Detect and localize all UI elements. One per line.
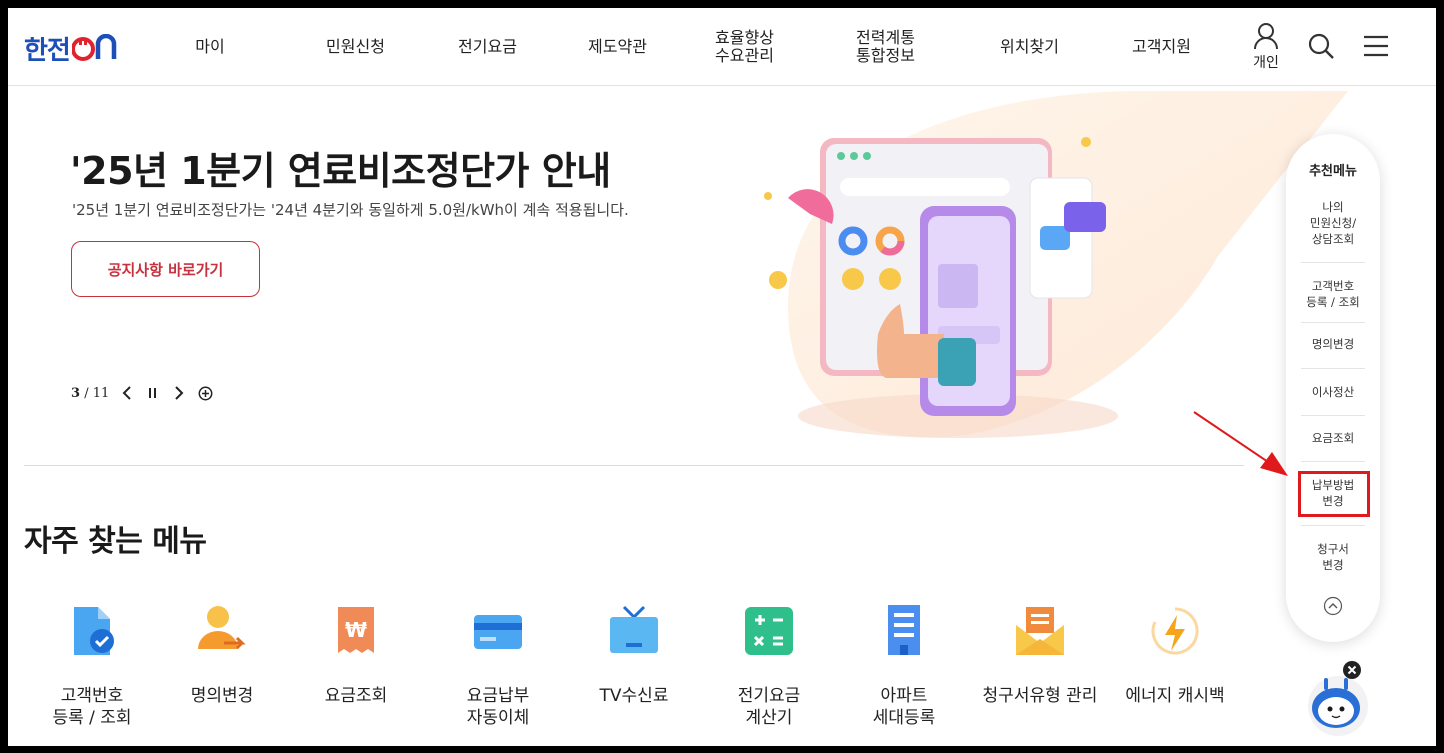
document-check-icon — [74, 607, 114, 655]
envelope-icon — [1016, 607, 1064, 655]
nav-power-grid-label-line1: 전력계통 — [856, 28, 915, 47]
nav-my[interactable]: 마이 — [178, 8, 242, 86]
plus-circle-icon — [198, 386, 213, 400]
slide-current: 3 — [71, 385, 81, 401]
rec-divider — [1301, 368, 1365, 369]
freq-item-rate-calculator[interactable]: 전기요금 계산기 — [699, 603, 839, 729]
rec-divider — [1301, 415, 1365, 416]
logo-on-mark — [71, 33, 117, 61]
rec-item-invoice-change[interactable]: 청구서 변경 — [1296, 538, 1370, 576]
slide-counter: 3 / 11 — [71, 386, 109, 401]
freq-item-label: TV수신료 — [599, 686, 669, 706]
chatbot-robot-icon — [1308, 676, 1368, 736]
view-all-slides-button[interactable] — [197, 385, 213, 401]
nav-efficiency[interactable]: 효율향상 수요관리 — [702, 8, 787, 86]
freq-item-label: 명의변경 — [190, 686, 254, 706]
personal-button[interactable]: 개인 — [1246, 22, 1286, 72]
freq-item-bill-inquiry[interactable]: ₩ 요금조회 — [286, 603, 426, 707]
rec-divider — [1301, 262, 1365, 263]
page-frame: 한전 마이 민원신청 전기요금 제도약관 효율향상 수요관리 전력계통 통합정보 — [8, 8, 1436, 746]
personal-label: 개인 — [1253, 55, 1279, 71]
rec-item-customer-number[interactable]: 고객번호 등록 / 조회 — [1296, 272, 1370, 316]
credit-card-icon — [474, 615, 522, 649]
search-button[interactable] — [1307, 32, 1335, 60]
menu-icon — [1364, 35, 1388, 57]
calculator-icon — [745, 607, 793, 655]
svg-text:₩: ₩ — [345, 618, 367, 642]
person-change-icon — [198, 606, 246, 650]
nav-customer-support[interactable]: 고객지원 — [1119, 8, 1204, 86]
freq-item-customer-number[interactable]: 고객번호 등록 / 조회 — [22, 603, 162, 729]
header: 한전 마이 민원신청 전기요금 제도약관 효율향상 수요관리 전력계통 통합정보 — [8, 8, 1436, 86]
nav-power-grid-label-line2: 통합정보 — [856, 46, 915, 65]
nav-civil-application-label: 민원신청 — [326, 37, 385, 56]
slider-controls: 3 / 11 — [71, 385, 213, 401]
freq-item-auto-payment[interactable]: 요금납부 자동이체 — [428, 603, 568, 729]
logo[interactable]: 한전 — [24, 30, 124, 67]
nav-terms[interactable]: 제도약관 — [575, 8, 660, 86]
nav-location-label: 위치찾기 — [1000, 37, 1059, 56]
pointer-arrow-icon — [1193, 411, 1288, 476]
nav-electricity-rates[interactable]: 전기요금 — [445, 8, 530, 86]
rec-divider — [1301, 461, 1365, 462]
freq-item-label: 고객번호 등록 / 조회 — [52, 686, 132, 728]
freq-item-label: 에너지 캐시백 — [1125, 686, 1225, 706]
next-slide-button[interactable] — [171, 385, 187, 401]
slide-total: / 11 — [84, 385, 110, 401]
logo-text: 한전 — [24, 36, 71, 66]
chevron-right-icon — [175, 386, 184, 400]
chatbot-button[interactable] — [1304, 664, 1374, 739]
highlight-box — [1298, 471, 1370, 517]
energy-cashback-icon — [1151, 607, 1199, 655]
rec-item-name-change[interactable]: 명의변경 — [1296, 334, 1370, 354]
freq-item-label: 요금납부 자동이체 — [466, 686, 530, 728]
nav-location[interactable]: 위치찾기 — [987, 8, 1072, 86]
recommended-menu: 추천메뉴 나의 민원신청/ 상담조회 고객번호 등록 / 조회 명의변경 이사정… — [1286, 134, 1380, 642]
section-divider — [24, 465, 1244, 466]
freq-item-label: 청구서유형 관리 — [982, 686, 1098, 706]
freq-item-bill-type[interactable]: 청구서유형 관리 — [970, 603, 1110, 707]
user-icon — [1254, 23, 1278, 50]
pause-icon — [149, 388, 157, 398]
nav-electricity-rates-label: 전기요금 — [458, 37, 517, 56]
freq-item-energy-cashback[interactable]: 에너지 캐시백 — [1105, 603, 1245, 707]
nav-efficiency-label-line1: 효율향상 — [715, 28, 774, 47]
search-icon — [1308, 33, 1334, 59]
rec-item-bill-inquiry[interactable]: 요금조회 — [1296, 428, 1370, 448]
rec-item-my-civil-consult[interactable]: 나의 민원신청/ 상담조회 — [1296, 196, 1370, 250]
nav-customer-support-label: 고객지원 — [1132, 37, 1191, 56]
rec-divider — [1301, 322, 1365, 323]
notice-shortcut-button[interactable]: 공지사항 바로가기 — [71, 241, 260, 297]
nav-power-grid[interactable]: 전력계통 통합정보 — [843, 8, 928, 86]
apartment-icon — [888, 605, 920, 655]
freq-item-label: 요금조회 — [324, 686, 388, 706]
freq-item-label: 아파트 세대등록 — [872, 686, 936, 728]
bill-won-icon: ₩ — [338, 607, 374, 653]
nav-efficiency-label-line2: 수요관리 — [715, 46, 774, 65]
rec-divider — [1301, 525, 1365, 526]
nav-terms-label: 제도약관 — [588, 37, 647, 56]
close-icon[interactable] — [1342, 660, 1362, 680]
hero-subtitle: '25년 1분기 연료비조정단가는 '24년 4분기와 동일하게 5.0원/kW… — [72, 201, 629, 219]
rec-item-moving-settlement[interactable]: 이사정산 — [1296, 382, 1370, 402]
scroll-up-icon[interactable] — [1323, 596, 1343, 616]
tv-icon — [610, 605, 658, 653]
prev-slide-button[interactable] — [119, 385, 135, 401]
pause-slide-button[interactable] — [145, 385, 161, 401]
menu-button[interactable] — [1362, 34, 1390, 58]
recommended-menu-title: 추천메뉴 — [1309, 164, 1357, 179]
frequent-menu-title: 자주 찾는 메뉴 — [24, 524, 207, 559]
freq-item-apartment-registration[interactable]: 아파트 세대등록 — [834, 603, 974, 729]
freq-item-name-change[interactable]: 명의변경 — [152, 603, 292, 707]
nav-civil-application[interactable]: 민원신청 — [313, 8, 398, 86]
chevron-left-icon — [122, 386, 131, 400]
nav-my-label: 마이 — [195, 37, 225, 56]
hero-title: '25년 1분기 연료비조정단가 안내 — [70, 149, 611, 193]
freq-item-label: 전기요금 계산기 — [737, 686, 801, 728]
freq-item-tv-fee[interactable]: TV수신료 — [564, 603, 704, 707]
